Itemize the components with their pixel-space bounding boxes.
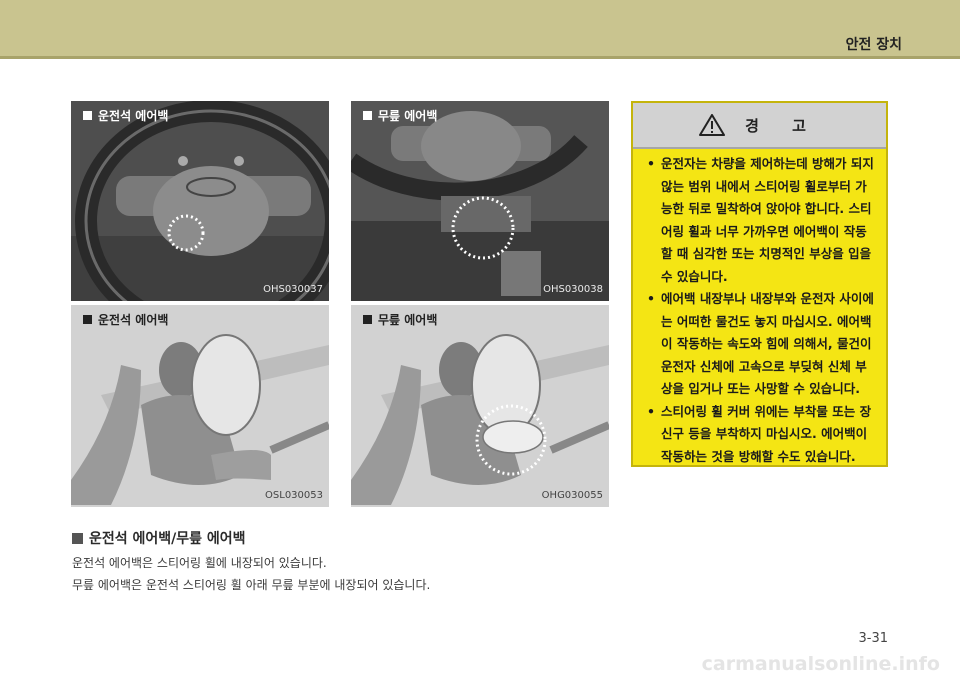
square-bullet-icon <box>363 111 372 120</box>
header-rule <box>0 56 960 59</box>
warning-item: 스티어링 휠 커버 위에는 부착물 또는 장신구 등을 부착하지 마십시오. 에… <box>647 401 878 469</box>
figure-driver-airbag-illustration: 운전석 에어백 OSL030053 <box>71 305 329 507</box>
page-number: 3-31 <box>858 631 888 646</box>
body-text-line: 무릎 에어백은 운전석 스티어링 휠 아래 무릎 부분에 내장되어 있습니다. <box>72 578 431 592</box>
airbag-location-marker <box>167 214 205 252</box>
square-bullet-icon <box>83 315 92 324</box>
figure-code: OHG030055 <box>541 490 603 501</box>
warning-header: 경 고 <box>633 103 886 149</box>
warning-item: 에어백 내장부나 내장부와 운전자 사이에는 어떠한 물건도 놓지 마십시오. … <box>647 288 878 401</box>
header-band <box>0 0 960 56</box>
watermark: carmanualsonline.info <box>701 653 940 675</box>
warning-triangle-icon <box>699 114 726 136</box>
figure-caption: 운전석 에어백 <box>83 107 168 124</box>
driver-airbag-deploy-illustration <box>71 305 329 507</box>
figure-code: OSL030053 <box>265 490 323 501</box>
figure-caption: 무릎 에어백 <box>363 311 437 328</box>
square-bullet-icon <box>363 315 372 324</box>
knee-airbag-location-marker <box>451 196 515 260</box>
figure-code: OHS030037 <box>263 284 323 295</box>
warning-list: 운전자는 차량을 제어하는데 방해가 되지 않는 범위 내에서 스티어링 휠로부… <box>633 149 886 468</box>
figure-caption: 무릎 에어백 <box>363 107 437 124</box>
warning-item: 운전자는 차량을 제어하는데 방해가 되지 않는 범위 내에서 스티어링 휠로부… <box>647 153 878 288</box>
figure-knee-airbag-illustration: 무릎 에어백 OHG030055 <box>351 305 609 507</box>
body-text-line: 운전석 에어백은 스티어링 휠에 내장되어 있습니다. <box>72 556 327 570</box>
figure-driver-airbag-photo: 운전석 에어백 OHS030037 <box>71 101 329 301</box>
section-heading: 운전석 에어백/무릎 에어백 <box>72 528 246 548</box>
figure-caption: 운전석 에어백 <box>83 311 168 328</box>
warning-title: 경 고 <box>745 116 820 135</box>
figure-knee-airbag-photo: 무릎 에어백 OHS030038 <box>351 101 609 301</box>
warning-box: 경 고 운전자는 차량을 제어하는데 방해가 되지 않는 범위 내에서 스티어링… <box>631 101 888 467</box>
chapter-title: 안전 장치 <box>845 37 902 53</box>
square-bullet-icon <box>72 532 83 544</box>
figure-code: OHS030038 <box>543 284 603 295</box>
square-bullet-icon <box>83 111 92 120</box>
knee-airbag-highlight-marker <box>475 404 547 476</box>
